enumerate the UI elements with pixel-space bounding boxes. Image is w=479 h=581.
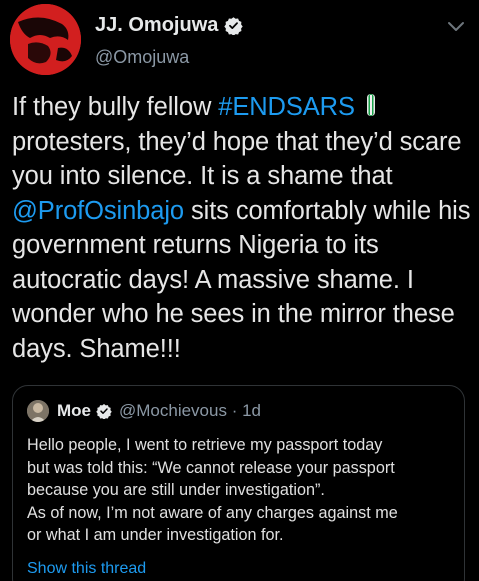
- quoted-text-line: but was told this: “We cannot release yo…: [27, 458, 395, 477]
- quoted-author-avatar[interactable]: [27, 400, 49, 422]
- hashtag-link[interactable]: #ENDSARS: [218, 93, 355, 121]
- verified-badge-icon: [96, 404, 112, 419]
- quoted-display-name[interactable]: Moe: [57, 401, 91, 421]
- tweet-text-part: protesters, they’d hope that they’d scar…: [12, 127, 462, 191]
- author-handle[interactable]: @Omojuwa: [95, 47, 189, 68]
- show-thread-link[interactable]: Show this thread: [27, 560, 146, 578]
- chevron-down-icon[interactable]: [447, 20, 465, 34]
- quoted-tweet-text: Hello people, I went to retrieve my pass…: [27, 434, 457, 547]
- quoted-tweet[interactable]: Moe @Mochievous · 1d Hello people, I wen…: [12, 385, 465, 581]
- quoted-text-line: As of now, I’m not aware of any charges …: [27, 503, 398, 522]
- nigeria-flag-emoji-icon: [366, 94, 375, 116]
- tweet: JJ. Omojuwa @Omojuwa If they bully fello…: [0, 0, 479, 581]
- tweet-text: If they bully fellow #ENDSARS protesters…: [12, 90, 474, 366]
- tweet-text-part: If they bully fellow: [12, 93, 219, 121]
- verified-badge-icon: [224, 17, 244, 35]
- quoted-text-line: because you are still under investigatio…: [27, 481, 325, 499]
- quoted-handle-and-time: @Mochievous · 1d: [119, 401, 261, 420]
- author-name-row: JJ. Omojuwa: [95, 14, 244, 37]
- quoted-text-line: or what I am under investigation for.: [27, 526, 284, 544]
- author-display-name[interactable]: JJ. Omojuwa: [95, 14, 218, 37]
- quoted-author-row: Moe @Mochievous · 1d: [57, 401, 261, 421]
- author-avatar[interactable]: [10, 4, 81, 75]
- mention-link[interactable]: @ProfOsinbajo: [12, 197, 184, 225]
- quoted-text-line: Hello people, I went to retrieve my pass…: [27, 436, 383, 454]
